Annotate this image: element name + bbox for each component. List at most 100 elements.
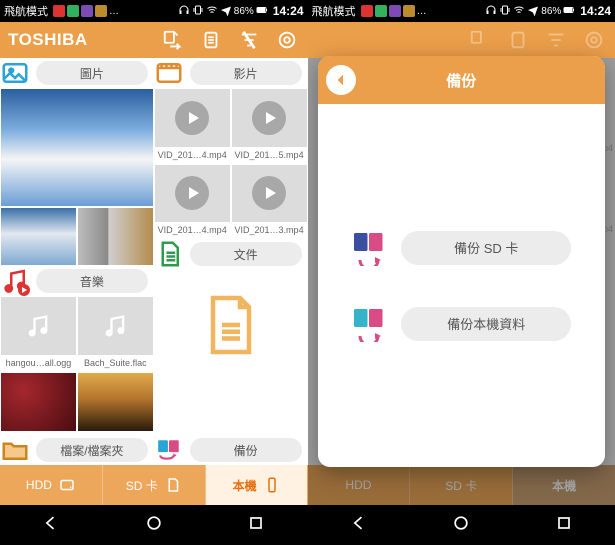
backup-local-button[interactable]: 備份本機資料	[401, 307, 571, 341]
video-thumb[interactable]	[155, 89, 230, 147]
status-bar: 飛航模式 … 86% 14:24	[308, 0, 615, 22]
wifi-icon	[206, 4, 218, 19]
headphones-icon	[178, 4, 190, 19]
phone-right: 飛航模式 … 86% 14:24 X mp4 mp4	[308, 0, 615, 545]
docs-icon	[154, 239, 184, 269]
home-icon[interactable]	[451, 513, 471, 538]
picture-thumb[interactable]	[1, 208, 76, 266]
app-toolbar: X	[308, 22, 615, 58]
backup-modal: 備份 備份 SD 卡 備份本機資料	[318, 56, 606, 467]
battery-percent: 86%	[541, 6, 561, 17]
clock-label: 14:24	[580, 4, 611, 18]
music-caption: Bach_Suite.flac	[77, 356, 154, 372]
music-thumb[interactable]	[78, 297, 153, 355]
more-icon: …	[417, 6, 427, 17]
settings-icon[interactable]	[274, 27, 300, 53]
filter-icon[interactable]	[236, 27, 262, 53]
music-thumb[interactable]	[1, 373, 76, 431]
back-icon[interactable]	[41, 513, 61, 538]
video-thumb[interactable]	[155, 165, 230, 223]
backup-button[interactable]: 備份	[190, 438, 302, 462]
app-dot-icon	[81, 5, 93, 17]
video-thumb[interactable]	[232, 165, 307, 223]
video-caption: VID_201…5.mp4	[231, 148, 308, 164]
videos-icon	[154, 58, 184, 88]
headphones-icon	[485, 4, 497, 19]
docs-button[interactable]: 文件	[190, 242, 302, 266]
music-caption: hangou…all.ogg	[0, 356, 77, 372]
col-right: 影片 VID_201…4.mp4 VID_201…5.mp4	[154, 58, 308, 435]
music-icon	[0, 266, 30, 296]
music-caption: Dream…ble.flac	[0, 432, 77, 436]
action-row: 檔案/檔案夾 備份	[0, 435, 308, 465]
backup-sd-button[interactable]: 備份 SD 卡	[401, 231, 571, 265]
tab-local[interactable]: 本機	[206, 465, 308, 505]
video-caption: VID_201…3.mp4	[231, 223, 308, 239]
source-tabs: HDD SD 卡 本機	[0, 465, 308, 505]
vibrate-icon	[499, 4, 511, 19]
video-caption: VID_201…4.mp4	[154, 148, 231, 164]
tab-hdd: HDD	[308, 465, 411, 505]
vibrate-icon	[192, 4, 204, 19]
tab-local-label: 本機	[552, 477, 576, 494]
system-nav	[0, 505, 308, 545]
tab-sd: SD 卡	[410, 465, 513, 505]
airplane-icon	[527, 4, 539, 19]
music-thumb[interactable]	[78, 373, 153, 431]
sd-backup-icon	[351, 230, 387, 266]
modal-title: 備份	[446, 70, 476, 91]
recents-icon[interactable]	[246, 513, 266, 538]
music-button[interactable]: 音樂	[36, 269, 148, 293]
content-area: 圖片 音樂	[0, 58, 308, 435]
files-folders-button[interactable]: 檔案/檔案夾	[36, 438, 148, 462]
status-bar: 飛航模式 … 86% 14:24	[0, 0, 308, 22]
music-caption: Music_…ve.flac	[77, 432, 154, 436]
pictures-button[interactable]: 圖片	[36, 61, 148, 85]
app-dot-icon	[95, 5, 107, 17]
battery-icon	[563, 4, 575, 19]
app-dot-icon	[389, 5, 401, 17]
app-dot-icon	[361, 5, 373, 17]
tab-hdd-label: HDD	[345, 478, 371, 492]
app-toolbar: TOSHIBA	[0, 22, 308, 58]
tab-local: 本機	[513, 465, 615, 505]
local-backup-icon	[351, 306, 387, 342]
tab-sd-label: SD 卡	[445, 477, 477, 494]
app-dot-icon	[67, 5, 79, 17]
airplane-mode-label: 飛航模式	[4, 3, 48, 19]
clock-label: 14:24	[273, 4, 304, 18]
tab-hdd[interactable]: HDD	[0, 465, 103, 505]
tab-sd[interactable]: SD 卡	[103, 465, 206, 505]
filter-icon	[543, 27, 569, 53]
video-thumb[interactable]	[232, 89, 307, 147]
settings-icon	[581, 27, 607, 53]
modal-back-button[interactable]	[326, 65, 356, 95]
phone-icon	[263, 476, 281, 494]
tab-hdd-label: HDD	[26, 478, 52, 492]
system-nav	[308, 505, 615, 545]
app-dot-icon	[375, 5, 387, 17]
play-icon	[175, 101, 209, 135]
back-icon[interactable]	[349, 513, 369, 538]
music-thumb[interactable]	[1, 297, 76, 355]
hdd-icon	[58, 476, 76, 494]
folder-icon	[0, 435, 30, 465]
airplane-icon	[220, 4, 232, 19]
battery-icon	[256, 4, 268, 19]
more-icon: …	[109, 6, 119, 17]
clipboard-icon	[505, 27, 531, 53]
videos-button[interactable]: 影片	[190, 61, 302, 85]
sd-icon	[164, 476, 182, 494]
picture-thumb[interactable]	[78, 208, 153, 266]
clipboard-icon[interactable]	[198, 27, 224, 53]
airplane-mode-label: 飛航模式	[312, 3, 356, 19]
source-tabs: HDD SD 卡 本機	[308, 465, 615, 505]
battery-percent: 86%	[234, 6, 254, 17]
app-dot-icon	[403, 5, 415, 17]
home-icon[interactable]	[144, 513, 164, 538]
modal-row-local: 備份本機資料	[351, 306, 571, 342]
picture-thumb[interactable]	[1, 89, 153, 206]
transfer-icon[interactable]	[160, 27, 186, 53]
recents-icon[interactable]	[554, 513, 574, 538]
col-left: 圖片 音樂	[0, 58, 154, 435]
